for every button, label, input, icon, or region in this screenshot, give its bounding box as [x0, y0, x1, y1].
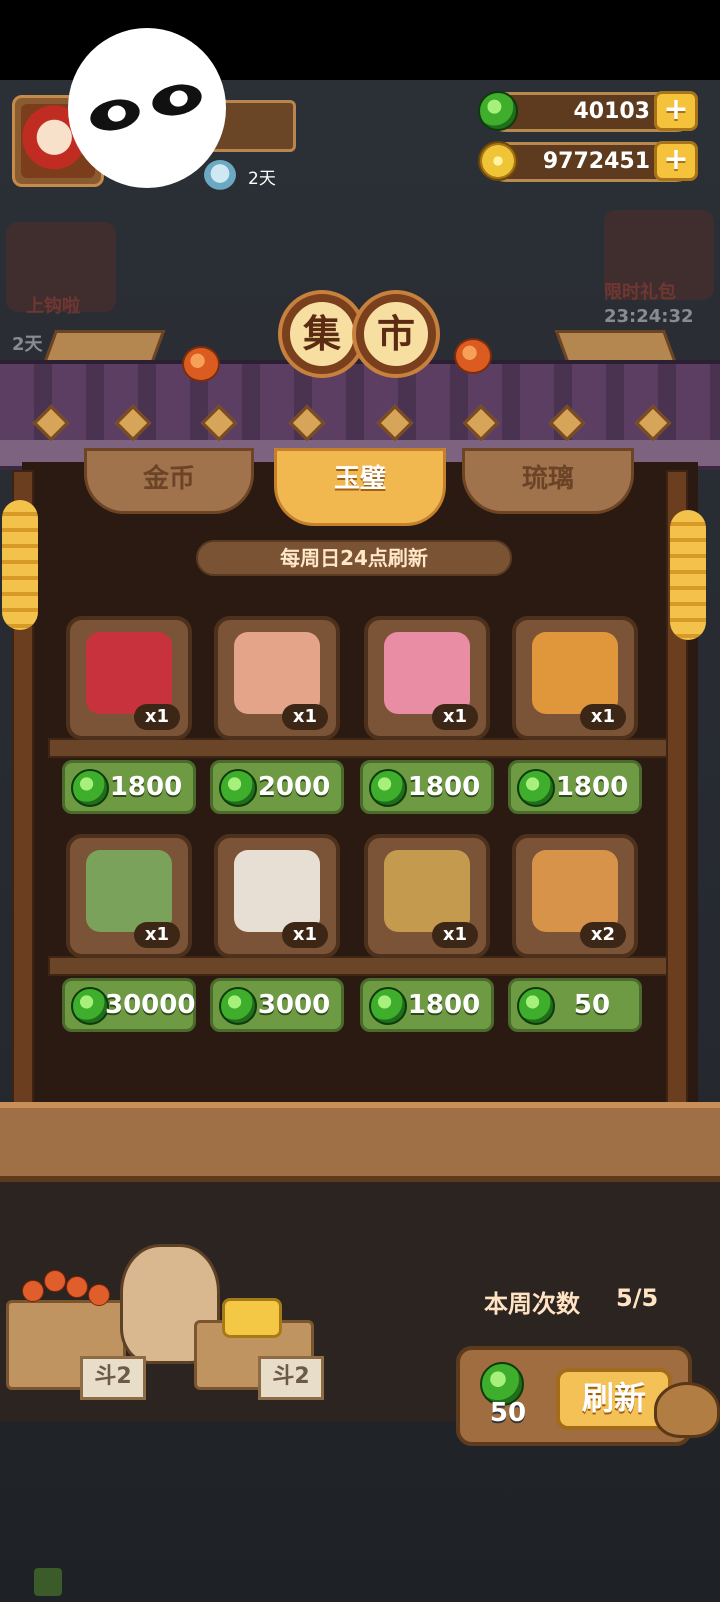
pet-mascot	[654, 1382, 720, 1438]
price-button-1[interactable]: 1800	[62, 760, 196, 814]
shelf	[48, 956, 668, 976]
red-mount-item-icon	[86, 632, 172, 714]
corn-decoration-right	[670, 510, 706, 640]
tab-jade[interactable]: 玉璧	[274, 448, 446, 526]
title-char-1: 集	[282, 294, 362, 374]
item-quantity: x2	[580, 922, 626, 948]
gold-ingot	[222, 1298, 282, 1338]
item-slot-2[interactable]: x1	[214, 616, 340, 740]
treasure-chest-item-icon	[384, 850, 470, 932]
price-button-4[interactable]: 1800	[508, 760, 642, 814]
price-button-2[interactable]: 2000	[210, 760, 344, 814]
item-quantity: x1	[282, 704, 328, 730]
stall-counter	[0, 1102, 720, 1182]
fishing-event-label: 上钩啦	[26, 296, 80, 317]
golden-pot-item-icon	[532, 632, 618, 714]
item-quantity: x1	[134, 922, 180, 948]
limited-gift-timer: 23:24:32	[604, 306, 694, 327]
add-coin-button[interactable]: +	[654, 141, 698, 181]
weekly-count-label: 本周次数	[484, 1290, 580, 1318]
corner-mini-icon[interactable]	[34, 1568, 62, 1596]
refresh-schedule-note: 每周日24点刷新	[196, 540, 512, 576]
jade-icon	[517, 987, 555, 1025]
green-hat-character-item-icon	[86, 850, 172, 932]
price-value: 50	[573, 990, 611, 1020]
flower-bouquet-item-icon	[384, 632, 470, 714]
panda-face-overlay	[68, 28, 226, 188]
shelf	[48, 738, 668, 758]
item-slot-1[interactable]: x1	[66, 616, 192, 740]
item-quantity: x1	[432, 704, 478, 730]
jade-icon	[369, 769, 407, 807]
price-button-5[interactable]: 30000	[62, 978, 196, 1032]
price-value: 1800	[407, 990, 481, 1020]
add-jade-button[interactable]: +	[654, 91, 698, 131]
item-slot-6[interactable]: x1	[214, 834, 340, 958]
fruit	[22, 1280, 44, 1302]
white-hair-character-item-icon	[234, 850, 320, 932]
refresh-cost: 50	[489, 1398, 527, 1428]
fruit	[66, 1276, 88, 1298]
persimmon-decoration	[454, 338, 492, 374]
jade-icon	[219, 987, 257, 1025]
item-quantity: x1	[134, 704, 180, 730]
jade-icon	[71, 769, 109, 807]
price-value: 30000	[105, 990, 196, 1020]
price-value: 2000	[257, 772, 331, 802]
jade-icon	[369, 987, 407, 1025]
rice-dumpling-item-icon	[532, 850, 618, 932]
price-value: 3000	[257, 990, 331, 1020]
price-value: 1800	[407, 772, 481, 802]
price-sign-right: 斗2	[258, 1356, 324, 1400]
item-slot-5[interactable]: x1	[66, 834, 192, 958]
jade-balance: 40103	[573, 99, 650, 124]
fruit	[88, 1284, 110, 1306]
price-button-3[interactable]: 1800	[360, 760, 494, 814]
item-slot-8[interactable]: x2	[512, 834, 638, 958]
item-quantity: x1	[432, 922, 478, 948]
tab-glaze[interactable]: 琉璃	[462, 448, 634, 514]
item-slot-4[interactable]: x1	[512, 616, 638, 740]
item-slot-3[interactable]: x1	[364, 616, 490, 740]
price-button-8[interactable]: 50	[508, 978, 642, 1032]
price-sign-left: 斗2	[80, 1356, 146, 1400]
title-char-2: 市	[356, 294, 436, 374]
persimmon-decoration	[182, 346, 220, 382]
price-button-7[interactable]: 1800	[360, 978, 494, 1032]
fruit	[44, 1270, 66, 1292]
jade-icon	[517, 769, 555, 807]
jade-icon	[71, 987, 109, 1025]
days-left-label: 2天	[248, 169, 276, 189]
coin-balance: 9772451	[542, 149, 650, 174]
item-quantity: x1	[580, 704, 626, 730]
girl-character-item-icon	[234, 632, 320, 714]
limited-gift-label: 限时礼包	[604, 282, 676, 303]
item-quantity: x1	[282, 922, 328, 948]
fishing-event-days: 2天	[12, 334, 43, 355]
tab-gold-coin[interactable]: 金币	[84, 448, 254, 514]
days-icon	[204, 160, 236, 190]
price-button-6[interactable]: 3000	[210, 978, 344, 1032]
weekly-count-value: 5/5	[616, 1284, 659, 1312]
item-slot-7[interactable]: x1	[364, 834, 490, 958]
price-value: 1800	[555, 772, 629, 802]
jade-icon	[219, 769, 257, 807]
price-value: 1800	[109, 772, 183, 802]
corn-decoration-left	[2, 500, 38, 630]
